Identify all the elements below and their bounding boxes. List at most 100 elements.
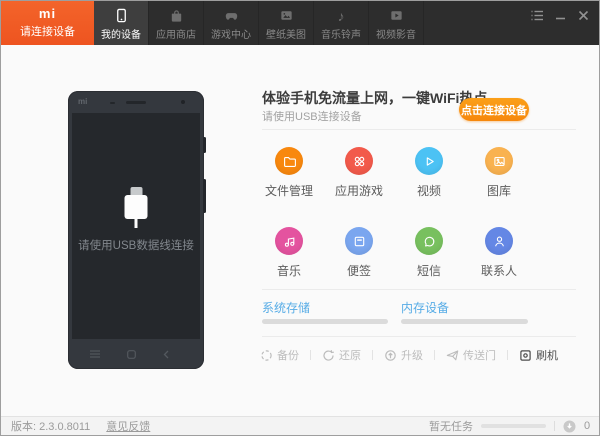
app-notes[interactable]: 便签 — [324, 227, 394, 279]
internal-storage-bar — [401, 319, 528, 324]
divider — [310, 350, 311, 360]
music-notes-icon — [275, 227, 303, 255]
app-label: 便签 — [346, 264, 371, 278]
flash-rom-icon — [520, 349, 531, 361]
app-label: 音乐 — [276, 264, 301, 278]
app-label: 短信 — [416, 264, 441, 278]
download-count: 0 — [584, 420, 591, 432]
close-button[interactable] — [577, 9, 590, 22]
play-icon — [415, 147, 443, 175]
divider — [262, 289, 576, 290]
person-icon — [485, 227, 513, 255]
tab-label: 我的设备 — [101, 29, 141, 41]
app-shortcut-grid: 文件管理 应用游戏 视频 图库 音乐 便签 短信 联系人 — [254, 147, 534, 279]
divider — [507, 350, 508, 360]
app-label: 联系人 — [480, 264, 517, 278]
backup-icon — [261, 349, 272, 361]
tab-wallpapers[interactable]: 壁纸美图 — [259, 1, 314, 45]
connection-status: 请连接设备 — [20, 25, 75, 38]
tab-my-device[interactable]: 我的设备 — [94, 1, 149, 45]
mi-pc-suite-window: mi 请连接设备 我的设备 应用商店 游戏中心 壁纸美图 ♪ 音乐铃声 视频影音… — [0, 0, 600, 436]
shopping-bag-icon — [169, 8, 184, 23]
app-file-manager[interactable]: 文件管理 — [254, 147, 324, 199]
picture-icon — [485, 147, 513, 175]
portal-button[interactable]: 传送门 — [446, 347, 496, 363]
app-gallery[interactable]: 图库 — [464, 147, 534, 199]
note-icon — [345, 227, 373, 255]
phone-volume-button — [203, 137, 206, 153]
app-music[interactable]: 音乐 — [254, 227, 324, 279]
music-note-icon: ♪ — [337, 7, 345, 24]
feedback-link[interactable]: 意见反馈 — [106, 418, 150, 434]
tab-label: 音乐铃声 — [321, 29, 361, 41]
gamepad-icon — [224, 8, 239, 23]
task-status-area: 暂无任务 0 — [429, 418, 591, 434]
phone-earpiece — [126, 101, 146, 104]
usb-plug-icon — [124, 187, 148, 228]
task-status-text: 暂无任务 — [429, 421, 473, 433]
download-icon[interactable] — [563, 420, 576, 433]
tab-music-ringtones[interactable]: ♪ 音乐铃声 — [314, 1, 369, 45]
divider — [434, 350, 435, 360]
phone-power-button — [203, 179, 206, 213]
system-storage-label[interactable]: 系统存储 — [262, 299, 310, 316]
usb-hint-text: 请使用USB数据线连接 — [78, 240, 194, 252]
tab-label: 应用商店 — [156, 29, 196, 41]
titlebar: mi 请连接设备 我的设备 应用商店 游戏中心 壁纸美图 ♪ 音乐铃声 视频影音 — [1, 1, 599, 45]
divider — [262, 336, 576, 337]
restore-button[interactable]: 还原 — [322, 347, 361, 363]
app-label: 文件管理 — [264, 184, 313, 198]
status-bar: 版本: 2.3.0.8011 意见反馈 暂无任务 0 — [1, 416, 599, 435]
version-text: 版本: 2.3.0.8011 — [11, 421, 91, 433]
app-video[interactable]: 视频 — [394, 147, 464, 199]
back-icon — [163, 350, 169, 359]
chat-bubble-icon — [415, 227, 443, 255]
phone-screen: 请使用USB数据线连接 — [72, 113, 200, 339]
divider — [372, 350, 373, 360]
app-label: 图库 — [486, 184, 511, 198]
device-actions-row: 备份 还原 升级 传送门 刷机 — [260, 347, 558, 363]
phone-sensor — [110, 102, 115, 104]
window-controls — [531, 9, 590, 22]
tab-label: 壁纸美图 — [266, 29, 306, 41]
app-label: 视频 — [416, 184, 441, 198]
phone-icon — [114, 8, 129, 23]
mi-logo: mi — [38, 5, 57, 21]
app-label: 应用游戏 — [334, 184, 383, 198]
restore-icon — [323, 349, 334, 361]
brand-block: mi 请连接设备 — [1, 1, 94, 45]
app-messages[interactable]: 短信 — [394, 227, 464, 279]
video-player-icon — [389, 8, 404, 23]
phone-navbar — [68, 339, 204, 369]
system-storage-bar — [262, 319, 388, 324]
flash-rom-button[interactable]: 刷机 — [519, 347, 558, 363]
app-grid-icon — [345, 147, 373, 175]
tab-video[interactable]: 视频影音 — [369, 1, 424, 45]
backup-button[interactable]: 备份 — [260, 347, 299, 363]
folder-icon — [275, 147, 303, 175]
home-icon — [127, 349, 136, 359]
minimize-button[interactable] — [554, 9, 567, 22]
wallpaper-image-icon — [279, 8, 294, 23]
wifi-hotspot-headline: 体验手机免流量上网，一键WiFi热点 — [262, 90, 488, 106]
phone-mi-logo: mi — [78, 97, 88, 106]
internal-storage-label[interactable]: 内存设备 — [401, 299, 449, 316]
phone-camera — [181, 100, 185, 104]
task-list-button[interactable] — [531, 9, 544, 22]
divider — [262, 129, 576, 130]
phone-illustration: mi 请使用USB数据线连接 — [68, 91, 206, 369]
paper-plane-icon — [446, 349, 459, 360]
upgrade-icon — [385, 349, 396, 361]
connect-subtitle: 请使用USB连接设备 — [262, 111, 362, 123]
divider — [554, 421, 555, 431]
connect-device-button[interactable]: 点击连接设备 — [459, 98, 529, 121]
tab-game-center[interactable]: 游戏中心 — [204, 1, 259, 45]
menu-icon — [90, 350, 100, 358]
task-progress-bar — [481, 424, 546, 428]
app-apps-games[interactable]: 应用游戏 — [324, 147, 394, 199]
tab-label: 游戏中心 — [211, 29, 251, 41]
upgrade-button[interactable]: 升级 — [384, 347, 423, 363]
tab-app-store[interactable]: 应用商店 — [149, 1, 204, 45]
tab-label: 视频影音 — [376, 29, 416, 41]
app-contacts[interactable]: 联系人 — [464, 227, 534, 279]
